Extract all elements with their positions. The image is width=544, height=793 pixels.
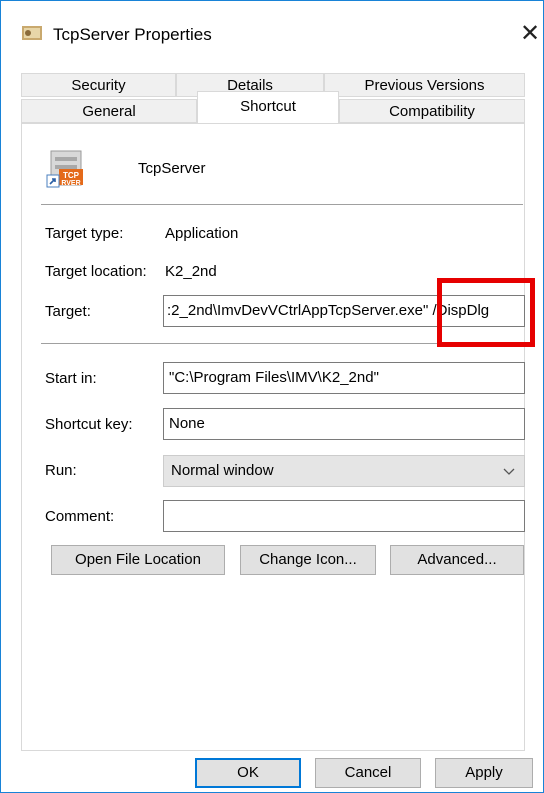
ok-button[interactable]: OK [195, 758, 301, 788]
comment-label: Comment: [45, 508, 115, 525]
app-shortcut-icon [22, 26, 42, 40]
run-dropdown[interactable]: Normal window [163, 455, 525, 487]
close-icon[interactable]: ✕ [517, 19, 543, 49]
chevron-down-icon [503, 468, 515, 475]
shortcut-key-label: Shortcut key: [45, 416, 133, 433]
target-type-label: Target type: [45, 225, 124, 242]
start-in-field[interactable]: "C:\Program Files\IMV\K2_2nd" [163, 362, 525, 394]
tab-security[interactable]: Security [21, 73, 176, 97]
run-label: Run: [45, 462, 77, 479]
title-bar: TcpServer Properties ✕ [1, 1, 543, 67]
change-icon-button[interactable]: Change Icon... [240, 545, 376, 575]
comment-field[interactable] [163, 500, 525, 532]
shortcut-name: TcpServer [138, 160, 206, 177]
target-location-label: Target location: [45, 263, 147, 280]
window-title: TcpServer Properties [53, 25, 212, 44]
tab-general[interactable]: General [21, 99, 197, 123]
properties-dialog: TcpServer Properties ✕ Security Details … [0, 0, 544, 793]
open-file-location-button[interactable]: Open File Location [51, 545, 225, 575]
target-type-value: Application [165, 225, 239, 242]
tab-shortcut[interactable]: Shortcut [197, 91, 339, 124]
svg-text:TCP: TCP [63, 171, 80, 180]
tab-previous-versions[interactable]: Previous Versions [324, 73, 525, 97]
svg-text:RVER: RVER [61, 180, 80, 187]
shortcut-key-field[interactable]: None [163, 408, 525, 440]
run-dropdown-value: Normal window [171, 462, 274, 479]
separator [41, 204, 523, 205]
start-in-label: Start in: [45, 370, 97, 387]
advanced-button[interactable]: Advanced... [390, 545, 524, 575]
tab-compatibility[interactable]: Compatibility [339, 99, 525, 123]
server-shortcut-icon: TCP RVER [46, 150, 83, 188]
highlight-annotation-box [437, 278, 535, 347]
cancel-button[interactable]: Cancel [315, 758, 421, 788]
target-location-value: K2_2nd [165, 263, 217, 280]
apply-button[interactable]: Apply [435, 758, 533, 788]
target-label: Target: [45, 303, 91, 320]
